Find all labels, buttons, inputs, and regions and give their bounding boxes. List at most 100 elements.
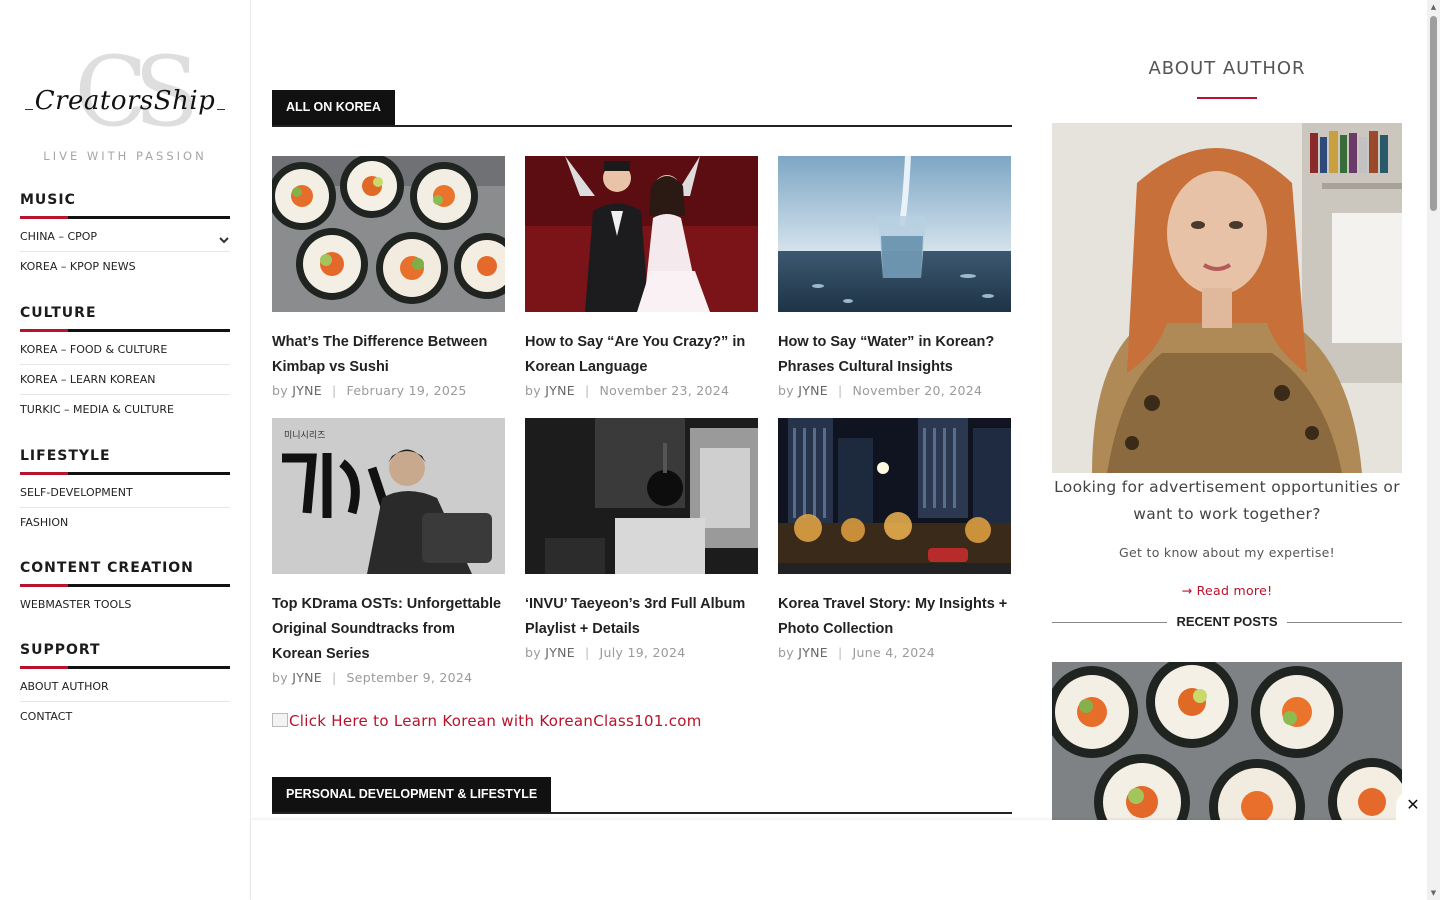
post-date: September 9, 2024 [346,670,473,685]
post-meta: by JYNE | February 19, 2025 [272,380,505,402]
nav-item-about-author[interactable]: ABOUT AUTHOR [20,672,230,702]
nav-heading[interactable]: CULTURE [20,305,230,329]
nav-divider [20,216,230,219]
nav-heading[interactable]: CONTENT CREATION [20,560,230,584]
scroll-down-arrow-icon[interactable]: ▼ [1427,886,1440,900]
recording-studio-image[interactable] [525,418,758,574]
nav-section-content-creation: CONTENT CREATION WEBMASTER TOOLS [20,560,230,620]
post-meta: by JYNE | September 9, 2024 [272,667,505,689]
nav-section-music: MUSIC CHINA – CPOP KOREA – KPOP NEWS [20,192,230,282]
post-date: February 19, 2025 [346,383,467,398]
post-title[interactable]: How to Say “Water” in Korean? Phrases Cu… [778,330,1011,380]
nav-divider [20,666,230,669]
post-author[interactable]: JYNE [798,645,828,660]
right-sidebar: ABOUT AUTHOR Looking for advertisement o… [1052,0,1402,820]
scroll-up-arrow-icon[interactable]: ▲ [1427,0,1440,14]
post-card: 미니시리즈 Top KDrama OSTs: Unforgettable Ori… [272,418,505,689]
post-card: How to Say “Water” in Korean? Phrases Cu… [778,156,1011,402]
post-title[interactable]: Korea Travel Story: My Insights + Photo … [778,592,1011,642]
nav-item-label: KOREA – LEARN KOREAN [20,373,156,386]
nav-item-self-development[interactable]: SELF-DEVELOPMENT [20,478,230,508]
section-title[interactable]: ALL ON KOREA [272,90,395,125]
author-photo[interactable] [1052,123,1402,473]
post-title[interactable]: ‘INVU’ Taeyeon’s 3rd Full Album Playlist… [525,592,758,642]
post-meta: by JYNE | July 19, 2024 [525,642,758,664]
bad-guy-poster-image[interactable]: 미니시리즈 [272,418,505,574]
nav-section-support: SUPPORT ABOUT AUTHOR CONTACT [20,642,230,732]
logo-dash-right [217,109,225,110]
section-title[interactable]: PERSONAL DEVELOPMENT & LIFESTYLE [272,777,552,812]
post-author[interactable]: JYNE [292,670,322,685]
nav-item-label: ABOUT AUTHOR [20,680,109,693]
author-subtext: Get to know about my expertise! [1119,545,1335,560]
post-date: July 19, 2024 [599,645,686,660]
post-meta: by JYNE | June 4, 2024 [778,642,1011,664]
recent-post-kimbap-image[interactable] [1052,662,1402,820]
nav-item-korea-kpop[interactable]: KOREA – KPOP NEWS [20,252,230,282]
by-label: by [778,383,794,398]
post-date: November 23, 2024 [599,383,730,398]
post-title[interactable]: Top KDrama OSTs: Unforgettable Original … [272,592,505,667]
post-card: Korea Travel Story: My Insights + Photo … [778,418,1011,664]
post-author[interactable]: JYNE [292,383,322,398]
kimbap-image[interactable] [272,156,505,312]
page-scrollbar[interactable]: ▲ ▼ [1427,0,1440,900]
by-label: by [272,670,288,685]
meta-separator: | [585,645,590,660]
title-underline [1197,97,1257,99]
meta-separator: | [332,383,337,398]
nav-section-lifestyle: LIFESTYLE SELF-DEVELOPMENT FASHION [20,448,230,538]
section-header: PERSONAL DEVELOPMENT & LIFESTYLE [272,777,1012,814]
koreanclass101-link[interactable]: Click Here to Learn Korean with KoreanCl… [272,712,702,730]
koreanclass101-link-text: Click Here to Learn Korean with KoreanCl… [289,712,702,730]
nav-item-food-culture[interactable]: KOREA – FOOD & CULTURE [20,335,230,365]
by-label: by [272,383,288,398]
nav-heading[interactable]: LIFESTYLE [20,448,230,472]
header-line-right [1287,622,1402,623]
nav-item-fashion[interactable]: FASHION [20,508,230,538]
nav-item-label: FASHION [20,516,69,529]
nav-item-china-cpop[interactable]: CHINA – CPOP [20,222,230,252]
close-ad-button[interactable]: ✕ [1396,790,1430,822]
post-card: ‘INVU’ Taeyeon’s 3rd Full Album Playlist… [525,418,758,664]
section-header: ALL ON KOREA [272,90,1012,127]
scrollbar-thumb[interactable] [1430,16,1437,211]
by-label: by [525,383,541,398]
main-content: ALL ON KOREA What’s The Difference Betwe… [272,0,1012,820]
nav-item-turkic[interactable]: TURKIC – MEDIA & CULTURE [20,395,230,425]
nav-divider [20,584,230,587]
nav-item-label: WEBMASTER TOOLS [20,598,132,611]
nav-item-learn-korean[interactable]: KOREA – LEARN KOREAN [20,365,230,395]
chevron-down-icon[interactable] [218,224,230,254]
water-glass-image[interactable] [778,156,1011,312]
meta-separator: | [838,645,843,660]
post-author[interactable]: JYNE [798,383,828,398]
broken-image-icon [272,713,288,727]
post-title[interactable]: How to Say “Are You Crazy?” in Korean La… [525,330,758,380]
nav-item-label: SELF-DEVELOPMENT [20,486,133,499]
site-logo[interactable]: CS CreatorsShip LIVE WITH PASSION [20,44,230,168]
bottom-ad-banner[interactable] [251,820,1427,900]
post-meta: by JYNE | November 23, 2024 [525,380,758,402]
nav-heading[interactable]: MUSIC [20,192,230,216]
post-author[interactable]: JYNE [545,383,575,398]
post-card: What’s The Difference Between Kimbap vs … [272,156,505,402]
nav-item-label: TURKIC – MEDIA & CULTURE [20,403,175,416]
nav-item-contact[interactable]: CONTACT [20,702,230,732]
recent-posts-header: RECENT POSTS [1052,612,1402,632]
about-author-title: ABOUT AUTHOR [1148,58,1306,79]
post-author[interactable]: JYNE [545,645,575,660]
nav-divider [20,329,230,332]
read-more-link[interactable]: → Read more! [1052,583,1402,598]
seoul-night-image[interactable] [778,418,1011,574]
nav-item-label: CHINA – CPOP [20,230,98,243]
post-date: June 4, 2024 [852,645,936,660]
nav-item-webmaster-tools[interactable]: WEBMASTER TOOLS [20,590,230,620]
nav-item-label: KOREA – KPOP NEWS [20,260,136,273]
post-title[interactable]: What’s The Difference Between Kimbap vs … [272,330,505,380]
logo-script: CreatorsShip [34,86,216,116]
kdrama-couple-image[interactable] [525,156,758,312]
nav-heading[interactable]: SUPPORT [20,642,230,666]
author-intro: Looking for advertisement opportunities … [1054,478,1400,523]
svg-text:미니시리즈: 미니시리즈 [284,430,325,441]
